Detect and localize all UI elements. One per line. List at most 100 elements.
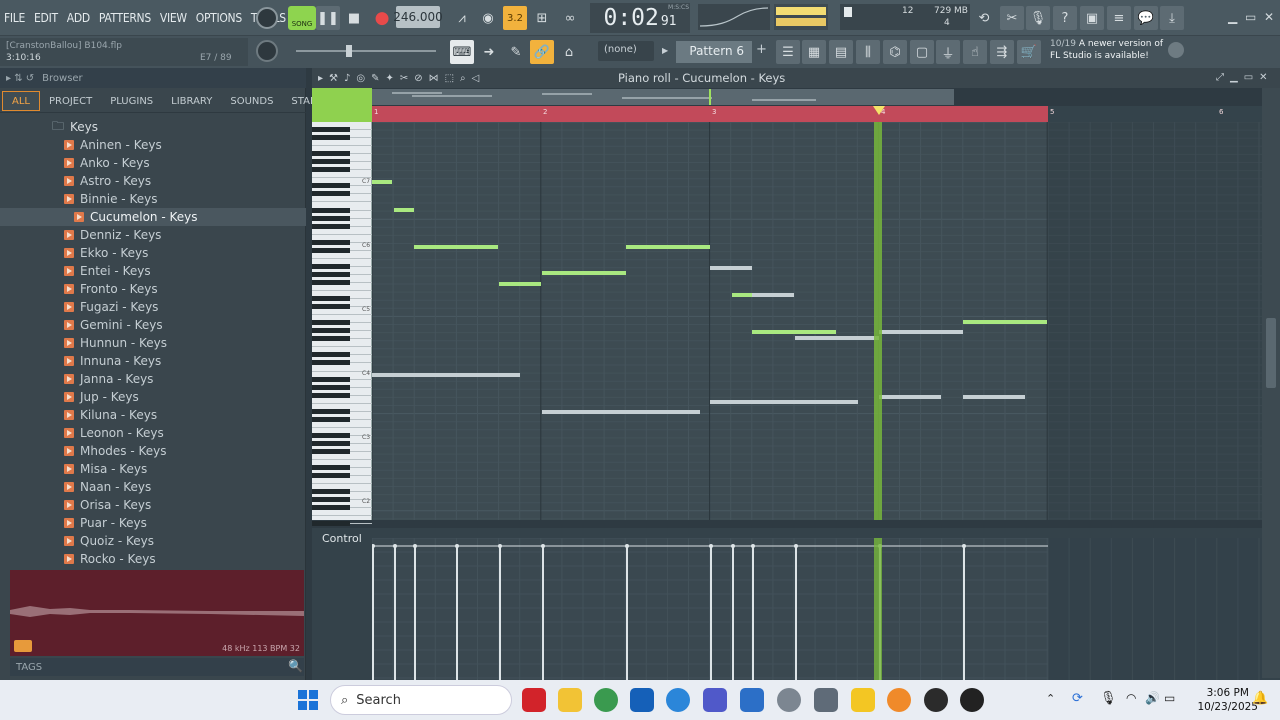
browser-item[interactable]: Fronto - Keys (0, 280, 306, 298)
pencil-tool-icon[interactable]: ✎ (504, 40, 528, 64)
note[interactable] (394, 208, 414, 212)
search-icon[interactable]: 🔍 (288, 659, 303, 673)
touch-icon[interactable]: ☝ (963, 40, 987, 64)
velocity-handle[interactable] (709, 544, 713, 548)
wait-input-icon[interactable]: ◉ (476, 6, 500, 30)
browser-tree-icon[interactable]: ⌬ (883, 40, 907, 64)
browser-item[interactable]: Innuna - Keys (0, 352, 306, 370)
tray-mic-icon[interactable]: 🎙 (1100, 691, 1117, 706)
velocity-handle[interactable] (393, 544, 397, 548)
browser-item[interactable]: Hunnun - Keys (0, 334, 306, 352)
velocity-handle[interactable] (751, 544, 755, 548)
black-key[interactable] (312, 135, 350, 141)
browser-item[interactable]: Kiluna - Keys (0, 406, 306, 424)
velocity-lane[interactable] (371, 537, 1048, 680)
master-slider[interactable] (296, 45, 436, 57)
channel-select[interactable]: (none) (598, 41, 654, 61)
project-info-icon[interactable]: ▢ (910, 40, 934, 64)
browser-item[interactable]: Naan - Keys (0, 478, 306, 496)
note[interactable] (732, 293, 752, 297)
browser-tab-all[interactable]: ALL (2, 91, 40, 111)
black-key[interactable] (312, 320, 350, 326)
menu-view[interactable]: VIEW (160, 11, 187, 25)
step-edit-icon[interactable]: ⊞ (530, 6, 554, 30)
sticky-notes-icon[interactable] (851, 688, 875, 712)
black-key[interactable] (312, 497, 350, 503)
browser-item[interactable]: Janna - Keys (0, 370, 306, 388)
velocity-handle[interactable] (498, 544, 502, 548)
velocity-handle[interactable] (455, 544, 459, 548)
browser-item[interactable]: Entei - Keys (0, 262, 306, 280)
black-key[interactable] (312, 392, 350, 398)
black-key[interactable] (312, 336, 350, 342)
browser-item[interactable]: Orisa - Keys (0, 496, 306, 514)
velocity-handle[interactable] (731, 544, 735, 548)
black-key[interactable] (312, 304, 350, 310)
browser-item[interactable]: Rocko - Keys (0, 550, 306, 568)
note[interactable] (710, 400, 858, 404)
taskbar-search[interactable]: ⌕ Search (330, 685, 512, 715)
browser-nav-icon[interactable]: ▸ ⇅ ↺ (6, 73, 34, 84)
menu-patterns[interactable]: PATTERNS (99, 11, 151, 25)
scroll-thumb[interactable] (1266, 318, 1276, 388)
browser-item[interactable]: Anko - Keys (0, 154, 306, 172)
pattern-prev-icon[interactable]: ▶ (662, 46, 668, 55)
note[interactable] (752, 330, 836, 334)
note[interactable] (795, 336, 879, 340)
note[interactable] (542, 271, 626, 275)
black-key[interactable] (312, 183, 350, 189)
stop-button[interactable]: ■ (342, 6, 366, 30)
chrome-icon[interactable] (594, 688, 618, 712)
note[interactable] (414, 245, 498, 249)
black-key[interactable] (312, 151, 350, 157)
teams-icon[interactable] (703, 688, 727, 712)
fl-studio-icon[interactable] (887, 688, 911, 712)
velocity-handle[interactable] (962, 544, 966, 548)
black-key[interactable] (312, 127, 350, 132)
microphone-icon[interactable]: 🎙 (1026, 6, 1050, 30)
news-panel[interactable]: 10/19 A newer version of FL Studio is av… (1050, 38, 1210, 66)
browser-item[interactable]: Ekko - Keys (0, 244, 306, 262)
timeline-ruler-end[interactable] (1048, 106, 1262, 122)
plugin-icon[interactable]: ⏚ (936, 40, 960, 64)
browser-tab-library[interactable]: LIBRARY (162, 91, 221, 111)
settings-icon[interactable] (777, 688, 801, 712)
black-key[interactable] (312, 384, 350, 390)
scroll-overview[interactable] (372, 89, 954, 105)
note[interactable] (710, 266, 752, 270)
black-key[interactable] (312, 159, 350, 165)
black-key[interactable] (312, 360, 350, 366)
velocity-handle[interactable] (541, 544, 545, 548)
menu-file[interactable]: FILE (4, 11, 25, 25)
chat-icon[interactable]: 💬 (1134, 6, 1158, 30)
loop-record-icon[interactable]: ∞ (558, 6, 582, 30)
news-settings-icon[interactable] (1168, 42, 1184, 58)
browser-tab-project[interactable]: PROJECT (40, 91, 101, 111)
browser-item[interactable]: Quoiz - Keys (0, 532, 306, 550)
browser-item[interactable]: Fugazi - Keys (0, 298, 306, 316)
windows-start-icon[interactable] (298, 690, 318, 710)
black-key[interactable] (312, 207, 350, 213)
black-key[interactable] (312, 473, 350, 479)
tags-bar[interactable]: TAGS 🔍 (10, 658, 304, 676)
add-pattern-icon[interactable]: + (756, 42, 767, 57)
mixer-faders-icon[interactable]: ⫼ (856, 40, 880, 64)
calculator-icon[interactable] (814, 688, 838, 712)
black-key[interactable] (312, 465, 350, 471)
black-key[interactable] (312, 416, 350, 422)
browser-item[interactable]: Astro - Keys (0, 172, 306, 190)
battery-icon[interactable]: ▭ (1164, 691, 1175, 705)
menu-add[interactable]: ADD (67, 11, 90, 25)
velocity-handle[interactable] (625, 544, 629, 548)
record-button[interactable]: ● (370, 6, 394, 30)
snap-button[interactable]: 3.2 (503, 6, 527, 30)
note[interactable] (879, 330, 963, 334)
save-icon[interactable]: ▣ (1080, 6, 1104, 30)
close-icon[interactable]: ✕ (1264, 10, 1274, 24)
black-key[interactable] (312, 505, 350, 511)
browser-item[interactable]: Cucumelon - Keys (0, 208, 306, 226)
black-key[interactable] (312, 296, 350, 302)
notification-bell-icon[interactable]: 🔔 (1252, 691, 1268, 706)
black-key[interactable] (312, 263, 350, 269)
piano-roll-icon[interactable]: ▦ (802, 40, 826, 64)
